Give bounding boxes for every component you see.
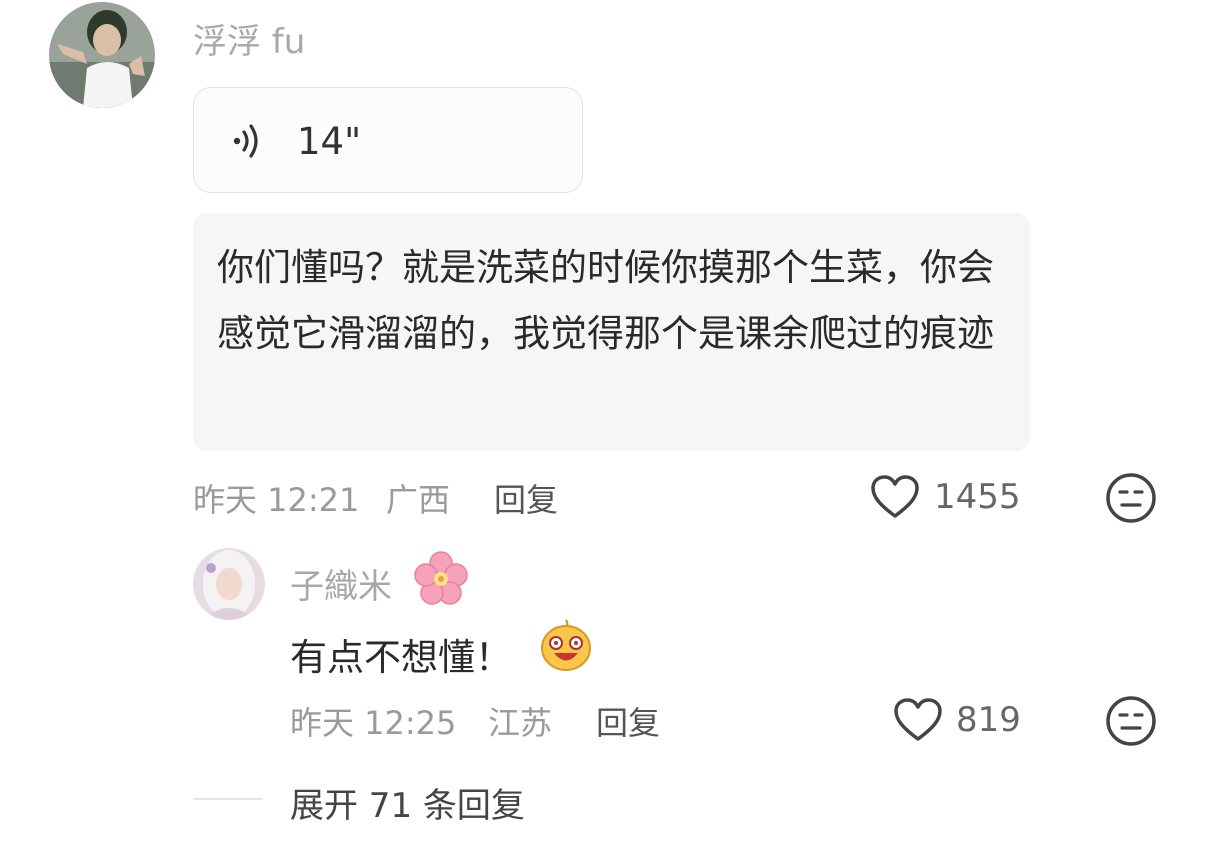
reply-text: 有点不想懂！ <box>290 636 512 679</box>
comment-username[interactable]: 浮浮 fu <box>193 14 305 63</box>
comment-like-count: 1455 <box>934 477 1021 517</box>
laughing-emoji <box>540 618 592 676</box>
comment-location: 广西 <box>386 481 451 519</box>
voice-duration: 14" <box>297 120 362 163</box>
comment-avatar[interactable] <box>49 2 155 108</box>
cherry-blossom-emoji <box>413 551 469 611</box>
expand-replies-button[interactable]: 展开 71 条回复 <box>290 778 525 827</box>
expand-divider <box>193 798 263 800</box>
heart-outline-icon[interactable] <box>893 697 943 747</box>
comment-time: 昨天 12:21 <box>193 481 360 519</box>
voice-message[interactable]: 14" <box>193 87 583 193</box>
reply-avatar[interactable] <box>193 548 265 620</box>
meh-face-icon[interactable] <box>1105 695 1157 751</box>
reply-like-count: 819 <box>956 700 1021 740</box>
reply-location: 江苏 <box>488 704 553 742</box>
reply-username[interactable]: 子織米 <box>290 559 392 608</box>
heart-outline-icon[interactable] <box>870 474 920 524</box>
reply-time: 昨天 12:25 <box>290 704 457 742</box>
voice-wave-icon <box>232 122 262 164</box>
comment-bubble: 你们懂吗？就是洗菜的时候你摸那个生菜，你会感觉它滑溜溜的，我觉得那个是课余爬过的… <box>193 213 1030 451</box>
comment-text: 你们懂吗？就是洗菜的时候你摸那个生菜，你会感觉它滑溜溜的，我觉得那个是课余爬过的… <box>217 246 994 355</box>
meh-face-icon[interactable] <box>1105 472 1157 528</box>
reply-reply-button[interactable]: 回复 <box>596 698 660 744</box>
comment-reply-button[interactable]: 回复 <box>494 475 558 521</box>
